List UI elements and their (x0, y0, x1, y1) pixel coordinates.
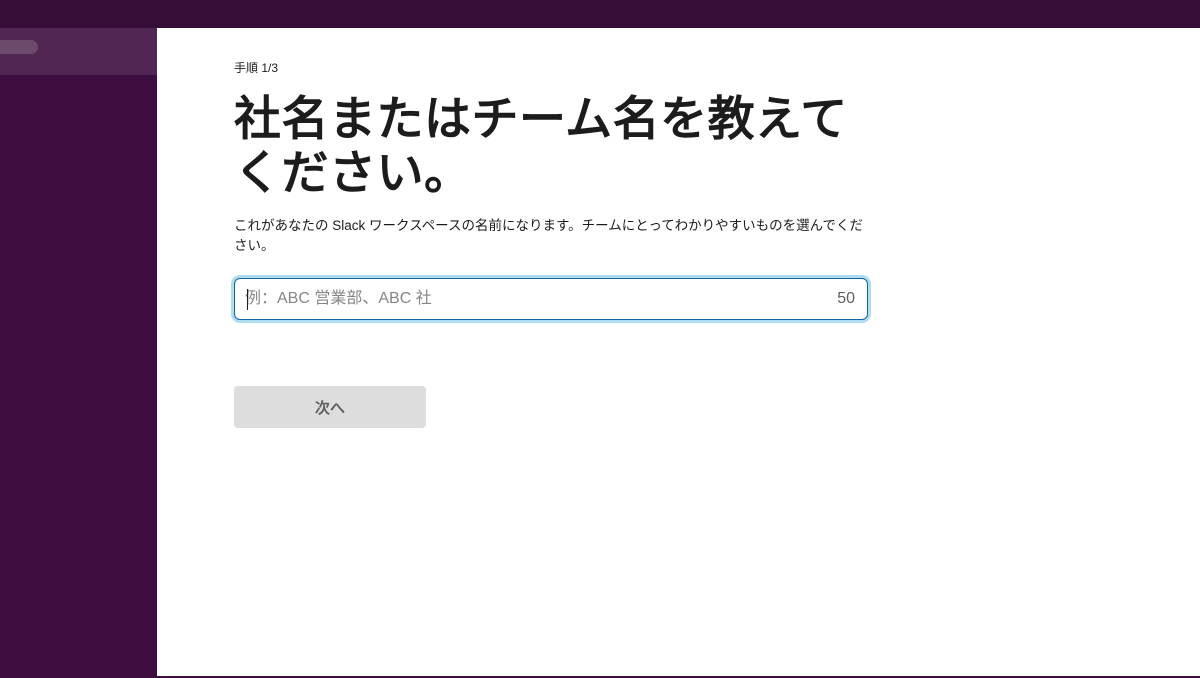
step-indicator: 手順 1/3 (234, 61, 279, 75)
text-cursor (247, 289, 248, 310)
top-bar (0, 0, 1200, 28)
character-counter: 50 (837, 290, 855, 307)
main-panel: 手順 1/3 社名またはチーム名を教えてください。 これがあなたの Slack … (157, 28, 1200, 676)
sidebar-placeholder-pill (0, 40, 38, 54)
page-description: これがあなたの Slack ワークスペースの名前になります。チームにとってわかり… (234, 218, 863, 253)
sidebar (0, 28, 157, 678)
page-title: 社名またはチーム名を教えてください。 (234, 92, 848, 199)
sidebar-header (0, 28, 157, 75)
next-button[interactable]: 次へ (234, 386, 426, 428)
team-name-input[interactable] (245, 279, 805, 319)
team-name-field[interactable]: 50 (234, 278, 868, 320)
